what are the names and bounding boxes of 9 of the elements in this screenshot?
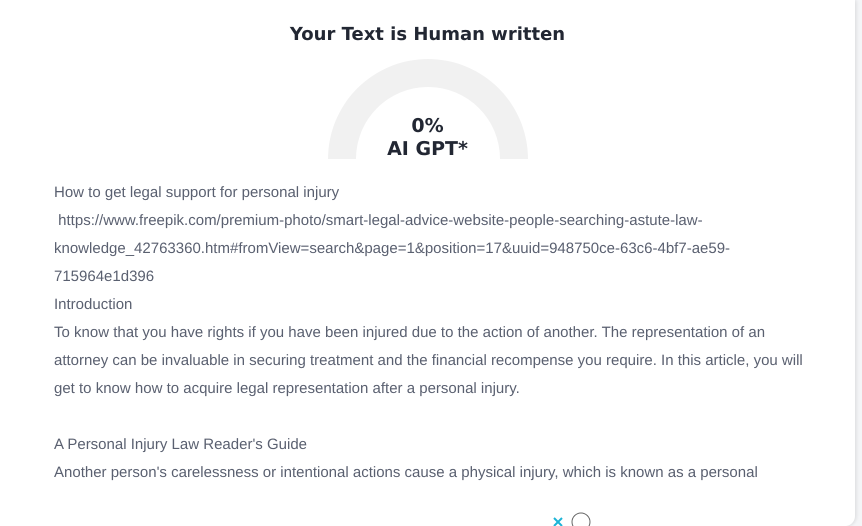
paragraph: Another person's carelessness or intentional actions cause a physical injury, which is known as a personal [54, 463, 759, 483]
gauge-label: AI GPT* [387, 138, 468, 161]
paragraph: https://www.freepik.com/premium-photo/smart-legal-advice-website-people-searching-astute-law-knowledge_42763360.htm#fromView=search&page=1&position=17&uuid=948750ce-63c6-4bf7-ae59-715964e1d396 [54, 211, 732, 287]
result-title: Your Text is Human written [288, 24, 566, 45]
paragraph: To know that you have rights if you have been injured due to the action of another. The representation of an attorney can be invaluable in securing treatment and the financial recompense you require. In this article, you will get to know how to acquire legal representation after a personal injury. [54, 323, 804, 399]
paragraph: Introduction [54, 295, 134, 315]
paragraph: A Personal Injury Law Reader's Guide [54, 435, 308, 455]
gauge-percent: 0% [411, 115, 444, 138]
paragraph: How to get legal support for personal injury [54, 183, 340, 203]
